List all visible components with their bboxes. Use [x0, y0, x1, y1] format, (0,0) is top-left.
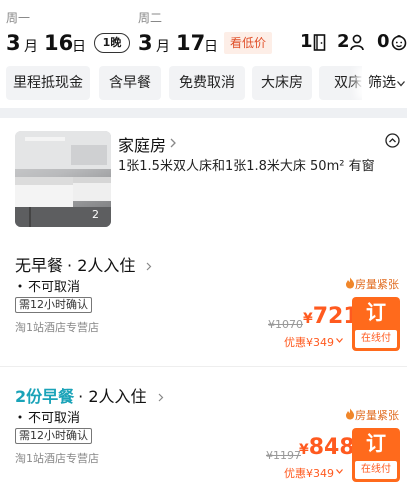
filter-bar: 里程抵现金 含早餐 免费取消 大床房 双床 筛选 — [0, 60, 407, 108]
flame-icon — [346, 277, 355, 289]
cancel-text: 不可取消 — [28, 280, 81, 295]
date-bar: 周一 3 月 16 日 1晚 周二 3 月 17 日 看低价 1 2 0 — [0, 0, 407, 60]
bullet-icon — [18, 284, 22, 288]
pay-online-label: 在线付 — [355, 330, 397, 348]
checkout-day: 17 — [176, 31, 206, 55]
filter-label: 筛选 — [368, 75, 396, 91]
flame-icon — [346, 408, 355, 420]
checkin-weekday: 周一 — [6, 11, 31, 25]
confirm-badge: 需12小时确认 — [15, 297, 92, 313]
filter-chip-free-cancel[interactable]: 免费取消 — [169, 66, 245, 100]
chevron-down-icon — [336, 338, 343, 343]
price-currency: ¥ — [303, 311, 313, 327]
breakfast-label: 2份早餐 — [15, 387, 75, 406]
book-button[interactable]: 订 在线付 — [352, 428, 400, 482]
confirm-badge: 需12小时确认 — [15, 428, 92, 444]
chevron-down-icon — [336, 469, 343, 474]
filter-chip-mileage[interactable]: 里程抵现金 — [6, 66, 90, 100]
chevron-right-icon — [170, 138, 176, 148]
breakfast-label: 无早餐 — [15, 256, 64, 275]
room-card: 2 家庭房 1张1.5米双人床和1张1.8米大床 50m² 有窗 — [0, 118, 407, 238]
room-description: 1张1.5米双人床和1张1.8米大床 50m² 有窗 — [118, 159, 375, 174]
cancel-policy: 不可取消 — [15, 407, 80, 426]
book-label: 订 — [366, 300, 386, 324]
rate-list: 无早餐 · 2人入住 不可取消 需12小时确认 淘1站酒店专营店 房量紧张 ¥10… — [0, 238, 407, 500]
checkin-month-unit: 月 — [24, 39, 38, 55]
guests-label: · 2人入住 — [67, 256, 136, 275]
rate-title: 无早餐 · 2人入住 — [15, 252, 152, 276]
price: ¥721 — [303, 304, 359, 329]
checkin-month: 3 — [6, 31, 21, 55]
rooms-count: 1 — [300, 31, 313, 52]
photo-count: 2 — [92, 208, 99, 221]
filter-button[interactable]: 筛选 — [362, 66, 407, 100]
cancel-policy: 不可取消 — [15, 276, 80, 295]
cancel-text: 不可取消 — [28, 411, 81, 426]
adults-count: 2 — [337, 31, 350, 52]
room-photo[interactable]: 2 — [15, 131, 111, 227]
price: ¥848 — [299, 435, 355, 460]
scarce-badge: 房量紧张 — [345, 407, 399, 423]
checkin-day-unit: 日 — [72, 39, 86, 55]
child-icon — [391, 34, 407, 51]
original-price: ¥1197 — [266, 449, 301, 462]
original-price: ¥1070 — [268, 318, 303, 331]
book-button[interactable]: 订 在线付 — [352, 297, 400, 351]
room-name: 家庭房 — [118, 136, 167, 155]
chevron-right-icon — [147, 262, 152, 271]
price-value: 848 — [308, 435, 355, 460]
checkout-day-unit: 日 — [204, 39, 218, 55]
rate-item[interactable]: 无早餐 · 2人入住 不可取消 需12小时确认 淘1站酒店专营店 房量紧张 ¥10… — [0, 238, 407, 369]
discount: 优惠¥349 — [284, 467, 334, 480]
bullet-icon — [18, 415, 22, 419]
rate-item[interactable]: 2份早餐 · 2人入住 不可取消 需12小时确认 淘1站酒店专营店 房量紧张 ¥1… — [0, 369, 407, 500]
price-currency: ¥ — [299, 442, 309, 458]
book-label: 订 — [366, 431, 386, 455]
discount: 优惠¥349 — [284, 336, 334, 349]
guests-label: · 2人入住 — [78, 387, 147, 406]
pay-online-label: 在线付 — [355, 461, 397, 479]
filter-chip-king-bed[interactable]: 大床房 — [252, 66, 312, 100]
children-count: 0 — [377, 31, 390, 52]
rate-title: 2份早餐 · 2人入住 — [15, 383, 164, 407]
shop-name: 淘1站酒店专营店 — [15, 321, 99, 334]
checkout-month-unit: 月 — [156, 39, 170, 55]
scarce-badge: 房量紧张 — [345, 276, 399, 292]
chevron-right-icon — [158, 393, 163, 402]
checkin-day: 16 — [44, 31, 74, 55]
low-price-button[interactable]: 看低价 — [224, 32, 272, 54]
filter-chip-breakfast[interactable]: 含早餐 — [99, 66, 161, 100]
shop-name: 淘1站酒店专营店 — [15, 452, 99, 465]
adult-icon — [350, 34, 364, 51]
scarce-text: 房量紧张 — [355, 409, 399, 422]
scarce-text: 房量紧张 — [355, 278, 399, 291]
nights-badge: 1晚 — [94, 33, 130, 53]
collapse-icon[interactable] — [385, 133, 400, 148]
divider — [0, 366, 407, 367]
chevron-down-icon — [397, 81, 405, 87]
checkout-month: 3 — [138, 31, 153, 55]
checkout-weekday: 周二 — [138, 11, 163, 25]
door-icon — [313, 34, 326, 51]
